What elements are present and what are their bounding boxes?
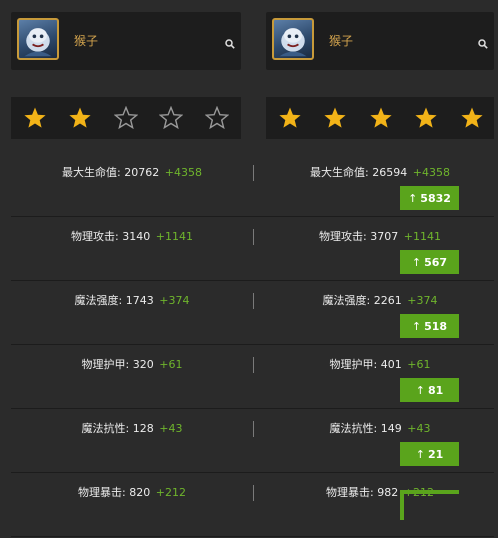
stat-increase-badge: ↑ 81	[400, 378, 459, 402]
stat-increase-value: 567	[424, 255, 448, 269]
star-filled-icon	[415, 107, 437, 128]
star-empty-icon	[159, 106, 183, 130]
stat-row: 物理暴击: 820 +212 物理暴击: 982 +212	[11, 472, 494, 537]
stat-label: 最大生命值:	[310, 166, 369, 179]
stat-left: 物理暴击: 820 +212	[11, 484, 253, 500]
stat-increase-value: 5832	[420, 191, 451, 205]
column-divider	[253, 421, 254, 437]
stat-increase-badge: ↑ 5832	[400, 186, 459, 210]
stat-increase-value: 81	[427, 383, 444, 397]
stat-left: 魔法强度: 1743 +374	[11, 292, 253, 308]
stat-right: 最大生命值: 26594 +4358	[266, 164, 494, 180]
stat-row: 物理攻击: 3140 +1141 物理攻击: 3707 +1141 ↑ 567	[11, 216, 494, 281]
star-empty-icon	[205, 106, 229, 130]
star-filled-icon	[461, 107, 483, 128]
stat-value: 1743	[125, 294, 154, 307]
star-filled-icon	[324, 107, 346, 128]
stat-label: 魔法强度:	[74, 294, 123, 307]
stat-row: 魔法抗性: 128 +43 魔法抗性: 149 +43 ↑ 21	[11, 408, 494, 473]
star-filled-icon	[370, 107, 392, 128]
stat-label: 魔法抗性:	[329, 422, 378, 435]
column-divider	[253, 229, 254, 245]
stat-label: 物理暴击:	[326, 486, 374, 499]
stat-bonus: +4358	[164, 166, 202, 179]
up-arrow-icon: ↑	[408, 191, 418, 205]
star-empty-icon	[114, 106, 138, 130]
stat-left: 物理攻击: 3140 +1141	[11, 228, 253, 244]
star-filled-icon	[69, 107, 91, 128]
stat-bonus: +4358	[412, 166, 450, 179]
stat-left: 物理护甲: 320 +61	[11, 356, 253, 372]
stat-row: 物理护甲: 320 +61 物理护甲: 401 +61 ↑ 81	[11, 344, 494, 409]
stat-label: 最大生命值:	[62, 166, 121, 179]
stat-value: 401	[380, 358, 402, 371]
search-icon[interactable]	[225, 39, 235, 49]
stat-value: 128	[132, 422, 154, 435]
up-arrow-icon: ↑	[415, 383, 425, 397]
stat-value: 820	[129, 486, 151, 499]
stat-label: 物理暴击:	[78, 486, 126, 499]
stat-label: 物理护甲:	[329, 358, 378, 371]
stat-value: 149	[380, 422, 402, 435]
stat-label: 物理攻击:	[319, 230, 367, 243]
stat-right: 魔法抗性: 149 +43	[266, 420, 494, 436]
stat-right: 魔法强度: 2261 +374	[266, 292, 494, 308]
stat-label: 魔法强度:	[322, 294, 371, 307]
stat-value: 20762	[124, 166, 160, 179]
hero-portrait-icon	[272, 18, 314, 60]
hero-card-left[interactable]: 猴子	[11, 12, 241, 70]
stat-bonus: +374	[407, 294, 438, 307]
star-filled-icon	[24, 107, 46, 128]
up-arrow-icon: ↑	[411, 319, 422, 333]
column-divider	[253, 293, 254, 309]
hero-name: 猴子	[329, 34, 354, 48]
stat-label: 物理护甲:	[81, 358, 130, 371]
stat-value: 2261	[373, 294, 402, 307]
column-divider	[253, 165, 254, 181]
star-rating-right[interactable]	[266, 97, 494, 139]
stat-increase-value: 21	[427, 447, 444, 461]
stat-bonus: +1141	[155, 230, 193, 243]
stat-row: 魔法强度: 1743 +374 魔法强度: 2261 +374 ↑ 518	[11, 280, 494, 345]
stat-value: 320	[132, 358, 154, 371]
stat-right: 物理攻击: 3707 +1141	[266, 228, 494, 244]
up-arrow-icon: ↑	[415, 447, 425, 461]
stat-bonus: +61	[407, 358, 431, 371]
stat-label: 魔法抗性:	[81, 422, 130, 435]
hero-card-right[interactable]: 猴子	[266, 12, 494, 70]
stat-value: 3707	[370, 230, 399, 243]
stat-increase-badge: ↑ 21	[400, 442, 459, 466]
stat-label: 物理攻击:	[71, 230, 119, 243]
stat-bonus: +374	[159, 294, 190, 307]
hero-name: 猴子	[74, 34, 99, 48]
hero-portrait-icon	[17, 18, 59, 60]
stat-right: 物理暴击: 982 +212	[266, 484, 494, 500]
stat-value: 3140	[122, 230, 151, 243]
column-divider	[253, 357, 254, 373]
stat-bonus: +43	[159, 422, 183, 435]
stat-left: 魔法抗性: 128 +43	[11, 420, 253, 436]
stat-increase-badge: ↑ 567	[400, 250, 459, 274]
star-rating-left[interactable]	[11, 97, 241, 139]
stat-increase-badge: ↑ 518	[400, 314, 459, 338]
search-icon[interactable]	[478, 39, 488, 49]
stat-value: 26594	[372, 166, 408, 179]
stat-bonus: +61	[159, 358, 183, 371]
stat-bonus: +1141	[403, 230, 441, 243]
stat-bonus: +43	[407, 422, 431, 435]
star-filled-icon	[279, 107, 301, 128]
stat-increase-badge-partial	[400, 490, 459, 520]
stat-row: 最大生命值: 20762 +4358 最大生命值: 26594 +4358 ↑ …	[11, 152, 494, 217]
stat-left: 最大生命值: 20762 +4358	[11, 164, 253, 180]
up-arrow-icon: ↑	[411, 255, 422, 269]
stat-increase-value: 518	[424, 319, 448, 333]
stat-right: 物理护甲: 401 +61	[266, 356, 494, 372]
stat-value: 982	[377, 486, 399, 499]
stat-bonus: +212	[155, 486, 186, 499]
column-divider	[253, 485, 254, 501]
